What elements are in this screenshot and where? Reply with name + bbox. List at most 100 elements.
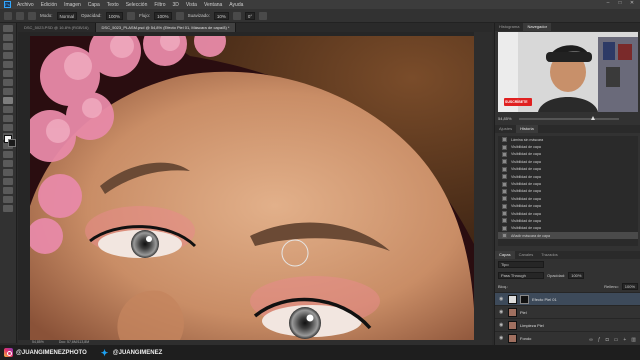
menu-3d[interactable]: 3D — [173, 2, 179, 8]
history-item[interactable]: Visibilidad de capa — [498, 203, 638, 210]
history-item[interactable]: Visibilidad de capa — [498, 180, 638, 187]
folder-icon[interactable]: ▭ — [614, 337, 619, 345]
move-tool-icon[interactable] — [3, 25, 13, 32]
brush-preset-icon[interactable] — [16, 11, 24, 20]
home-icon[interactable] — [4, 11, 12, 20]
history-item-selected[interactable]: Añadir máscara de capa — [498, 232, 638, 240]
history-item[interactable]: Visibilidad de capa — [498, 173, 638, 180]
background-color-swatch[interactable] — [8, 139, 16, 147]
menu-capa[interactable]: Capa — [88, 2, 100, 8]
history-item[interactable]: Visibilidad de capa — [498, 188, 638, 195]
menu-imagen[interactable]: Imagen — [64, 2, 81, 8]
path-select-tool-icon[interactable] — [3, 178, 13, 185]
canvas-image[interactable] — [30, 36, 475, 340]
layer-filter-row: Tipo — [495, 259, 640, 270]
fx-icon[interactable]: ƒ — [598, 337, 601, 345]
mode-select[interactable]: Normal — [56, 11, 78, 20]
history-item[interactable]: Visibilidad de capa — [498, 217, 638, 224]
eye-icon[interactable]: ◉ — [499, 296, 505, 302]
layer-mask-thumbnail[interactable] — [520, 294, 529, 304]
add-mask-icon[interactable]: ◘ — [606, 337, 609, 345]
navigator-zoom-value[interactable]: 54,85% — [498, 116, 512, 121]
hand-tool-icon[interactable] — [3, 196, 13, 203]
gear-icon[interactable] — [232, 11, 241, 20]
history-item[interactable]: Visibilidad de capa — [498, 166, 638, 173]
tab-document-2[interactable]: DSC_5023_PLASM.psd @ 54,8% (Efecto Piel … — [95, 23, 237, 32]
tab-navigator[interactable]: Navegador — [523, 23, 552, 31]
twitter-handle: @JUANGIMENEZ — [112, 349, 163, 356]
collapsed-panels-column — [474, 32, 492, 340]
brush-tool-icon[interactable] — [3, 97, 13, 104]
layer-row[interactable]: ◉ Limpieza Piel — [495, 318, 640, 331]
navigator-preview[interactable]: SUSCRÍBETE — [498, 32, 638, 112]
link-icon[interactable]: ∞ — [589, 337, 593, 345]
pen-tool-icon[interactable] — [3, 160, 13, 167]
dodge-tool-icon[interactable] — [3, 151, 13, 158]
menu-ventana[interactable]: Ventana — [204, 2, 222, 8]
trash-icon[interactable]: ▥ — [631, 337, 636, 345]
pressure-opacity-icon[interactable] — [127, 11, 136, 20]
history-item[interactable]: Visibilidad de capa — [498, 225, 638, 232]
menu-texto[interactable]: Texto — [107, 2, 119, 8]
type-tool-icon[interactable] — [3, 169, 13, 176]
lasso-tool-icon[interactable] — [3, 43, 13, 50]
minimize-button[interactable]: – — [602, 0, 614, 6]
history-item[interactable]: Lámina sin máscara — [498, 136, 638, 143]
tab-history[interactable]: Historia — [516, 125, 538, 133]
smoothing-field[interactable]: 10% — [213, 11, 229, 20]
layer-row[interactable]: ◉ Efecto Piel 01 — [495, 292, 640, 305]
menu-seleccion[interactable]: Selección — [126, 2, 148, 8]
new-layer-icon[interactable]: + — [623, 337, 626, 345]
zoom-tool-icon[interactable] — [3, 205, 13, 212]
brush-settings-icon[interactable] — [28, 11, 36, 20]
layer-row[interactable]: ◉ Piel — [495, 305, 640, 318]
layer-opacity-field[interactable]: 100% — [568, 272, 585, 279]
layer-kind-filter[interactable]: Tipo — [498, 261, 544, 268]
clone-stamp-tool-icon[interactable] — [3, 106, 13, 113]
history-item[interactable]: Visibilidad de capa — [498, 143, 638, 150]
eye-icon[interactable]: ◉ — [499, 309, 505, 315]
doc-size: Doc: 57,6M/113,8M — [58, 340, 90, 344]
flow-field[interactable]: 100% — [154, 11, 172, 20]
tab-paths[interactable]: Trazados — [537, 251, 562, 259]
navigator-zoom-slider[interactable] — [519, 116, 619, 120]
airbrush-icon[interactable] — [175, 11, 184, 20]
tab-adjustments[interactable]: Ajustes — [495, 125, 516, 133]
slider-knob[interactable] — [591, 116, 595, 120]
marquee-tool-icon[interactable] — [3, 34, 13, 41]
subscribe-badge[interactable]: SUSCRÍBETE — [505, 98, 528, 106]
smoothing-label: Suavizado: — [187, 13, 210, 18]
quick-select-tool-icon[interactable] — [3, 52, 13, 59]
opacity-field[interactable]: 100% — [105, 11, 124, 20]
menu-archivo[interactable]: Archivo — [17, 2, 34, 8]
menu-ayuda[interactable]: Ayuda — [229, 2, 243, 8]
history-item[interactable]: Visibilidad de capa — [498, 210, 638, 217]
tab-document-1[interactable]: DSC_5023.PSD @ 16.8% (RGB/16) — [18, 23, 96, 32]
tab-layers[interactable]: Capas — [495, 251, 515, 259]
eye-icon[interactable]: ◉ — [499, 322, 505, 328]
menu-edicion[interactable]: Edición — [41, 2, 57, 8]
history-state-icon — [502, 225, 507, 231]
blend-mode-select[interactable]: Pass Through — [498, 272, 544, 279]
fill-field[interactable]: 100% — [621, 283, 638, 290]
history-item[interactable]: Visibilidad de capa — [498, 158, 638, 165]
shape-tool-icon[interactable] — [3, 187, 13, 194]
menu-filtro[interactable]: Filtro — [154, 2, 165, 8]
healing-tool-icon[interactable] — [3, 88, 13, 95]
close-button[interactable]: ✕ — [626, 0, 638, 6]
menu-vista[interactable]: Vista — [186, 2, 197, 8]
symmetry-icon[interactable] — [259, 11, 268, 20]
tab-histogram[interactable]: Histograma — [495, 23, 523, 31]
history-item[interactable]: Visibilidad de capa — [498, 151, 638, 158]
tab-channels[interactable]: Canales — [515, 251, 538, 259]
history-item[interactable]: Visibilidad de capa — [498, 195, 638, 202]
crop-tool-icon[interactable] — [3, 61, 13, 68]
angle-field[interactable]: 0° — [244, 11, 256, 20]
history-brush-tool-icon[interactable] — [3, 115, 13, 122]
layers-panel: Capas Canales Trazados Tipo Pass Through… — [495, 251, 640, 345]
eraser-tool-icon[interactable] — [3, 124, 13, 131]
maximize-button[interactable]: □ — [614, 0, 626, 6]
eyedropper-tool-icon[interactable] — [3, 79, 13, 86]
frame-tool-icon[interactable] — [3, 70, 13, 77]
zoom-readout[interactable]: 54,85% — [32, 340, 44, 344]
